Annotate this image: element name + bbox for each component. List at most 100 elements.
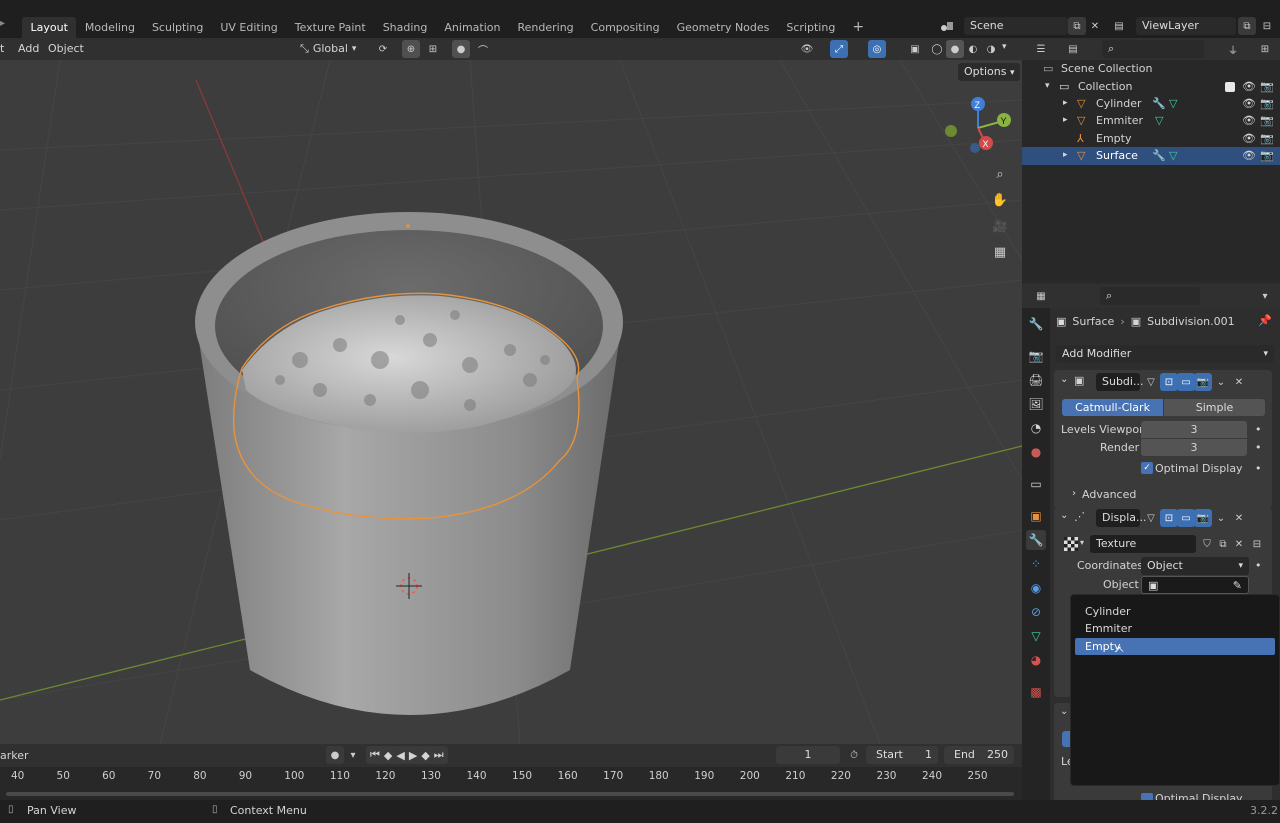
next-keyframe-icon[interactable]: ◆ [421, 749, 429, 762]
expand-arrow-icon[interactable]: ▾ [1045, 78, 1050, 96]
preview-range-clock-icon[interactable]: ⏱ [845, 746, 863, 764]
chevron-down-icon[interactable]: ▾ [1080, 538, 1084, 547]
snap-icon[interactable]: ⊕ [402, 40, 420, 58]
editmode-toggle-icon[interactable]: ▽ [1142, 373, 1160, 391]
texture-tab-icon[interactable]: ▩ [1026, 682, 1046, 702]
collection-tab-icon[interactable]: ▭ [1026, 474, 1046, 494]
outliner-row-cylinder[interactable]: ▸ ▽ Cylinder 🔧 ▽ 👁 📷 [1022, 95, 1280, 113]
camera-icon[interactable]: 🎥 [991, 217, 1009, 235]
optimal-display-checkbox[interactable] [1141, 793, 1153, 800]
pan-hand-icon[interactable]: ✋ [991, 191, 1009, 209]
scene-name-field[interactable]: Scene [964, 17, 1068, 35]
modifier-wrench-icon[interactable]: 🔧 [1152, 147, 1166, 165]
pivot-point-icon[interactable]: ⟳ [374, 40, 392, 58]
blender-menu-edge[interactable]: ▸ [0, 18, 6, 36]
chevron-down-icon[interactable]: ▾ [1256, 287, 1274, 305]
transform-orientation-dropdown[interactable]: ⤡ Global ▾ [300, 40, 356, 58]
expand-arrow-icon[interactable]: ▸ [1063, 147, 1068, 165]
world-tab-icon[interactable]: ● [1026, 442, 1046, 462]
simple-button[interactable]: Simple [1164, 399, 1265, 416]
material-tab-icon[interactable]: ◕ [1026, 650, 1046, 670]
keyframe-dot-icon[interactable]: • [1255, 559, 1262, 572]
end-frame-field[interactable]: End 250 [944, 746, 1014, 764]
display-mode-icon[interactable]: ▤ [1064, 40, 1082, 58]
cage-toggle-icon[interactable]: ⊡ [1160, 373, 1178, 391]
rendered-shading-icon[interactable]: ◑ [982, 40, 1000, 58]
physics-tab-icon[interactable]: ◉ [1026, 578, 1046, 598]
menu-object[interactable]: Object [48, 38, 84, 60]
xray-icon[interactable]: ▣ [906, 40, 924, 58]
visibility-icon[interactable]: 👁 [798, 40, 816, 58]
wireframe-shading-icon[interactable]: ◯ [928, 40, 946, 58]
coordinates-dropdown[interactable]: Object ▾ [1141, 557, 1249, 575]
eye-icon[interactable]: 👁 [1242, 95, 1256, 113]
navigation-gizmo[interactable]: Z Y X [940, 90, 1020, 160]
render-camera-icon[interactable]: 📷 [1260, 78, 1274, 96]
tab-texture-paint[interactable]: Texture Paint [286, 17, 374, 38]
texture-name-field[interactable]: Texture [1090, 535, 1196, 553]
texture-properties-icon[interactable]: ⊟ [1248, 535, 1266, 553]
menu-select[interactable]: t [0, 38, 4, 60]
tab-shading[interactable]: Shading [374, 17, 436, 38]
perspective-grid-icon[interactable]: ▦ [991, 243, 1009, 261]
keyframe-type-icon[interactable]: ● [326, 746, 344, 764]
tab-sculpting[interactable]: Sculpting [143, 17, 211, 38]
falloff-icon[interactable]: ⌒ [474, 40, 492, 58]
keyframe-dot-icon[interactable]: • [1255, 423, 1262, 436]
render-tab-icon[interactable]: 📷 [1026, 346, 1046, 366]
remove-modifier-icon[interactable]: ✕ [1230, 509, 1248, 527]
catmull-clark-button[interactable]: Catmull-Clark [1062, 399, 1163, 416]
advanced-subpanel[interactable]: › Advanced [1072, 488, 1136, 501]
output-tab-icon[interactable]: 🖨 [1026, 370, 1046, 390]
texture-checker-icon[interactable] [1064, 537, 1078, 551]
remove-modifier-icon[interactable]: ✕ [1230, 373, 1248, 391]
start-frame-field[interactable]: Start 1 [866, 746, 938, 764]
eye-icon[interactable]: 👁 [1242, 130, 1256, 148]
tab-uv-editing[interactable]: UV Editing [212, 17, 286, 38]
outliner-row-empty[interactable]: ⅄ Empty 👁 📷 [1022, 130, 1280, 148]
render-camera-icon[interactable]: 📷 [1260, 147, 1274, 165]
collapse-arrow-icon[interactable]: ⌄ [1060, 510, 1068, 521]
keyframe-dot-icon[interactable]: • [1255, 441, 1262, 454]
options-dropdown[interactable]: Options ▾ [958, 63, 1021, 81]
marker-menu[interactable]: arker [0, 749, 29, 762]
tab-compositing[interactable]: Compositing [582, 17, 668, 38]
chevron-down-icon[interactable]: ⌄ [1212, 373, 1230, 391]
modifier-tab-icon[interactable]: 🔧 [1026, 530, 1046, 550]
tab-layout[interactable]: Layout [22, 17, 77, 38]
eye-icon[interactable]: 👁 [1242, 147, 1256, 165]
eyedropper-icon[interactable]: ✎ [1233, 577, 1242, 595]
render-toggle-icon[interactable]: 📷 [1194, 509, 1212, 527]
play-icon[interactable]: ▶ [409, 749, 417, 762]
play-reverse-icon[interactable]: ◀ [396, 749, 404, 762]
mesh-data-icon[interactable]: ▽ [1169, 95, 1177, 113]
material-shading-icon[interactable]: ◐ [964, 40, 982, 58]
tab-scripting[interactable]: Scripting [778, 17, 844, 38]
new-view-layer-icon[interactable]: ⧉ [1238, 17, 1256, 35]
mesh-data-icon[interactable]: ▽ [1169, 147, 1177, 165]
new-scene-icon[interactable]: ⧉ [1068, 17, 1086, 35]
scene-tab-icon[interactable]: ◔ [1026, 418, 1046, 438]
outliner-row-surface[interactable]: ▸ ▽ Surface 🔧 ▽ 👁 📷 [1022, 147, 1280, 165]
outliner-row-collection[interactable]: ▾ ▭ Collection 👁 📷 [1022, 78, 1280, 96]
add-modifier-dropdown[interactable]: Add Modifier ▾ [1056, 345, 1274, 363]
viewport-toggle-icon[interactable]: ▭ [1177, 373, 1195, 391]
solid-shading-icon[interactable]: ● [946, 40, 964, 58]
render-camera-icon[interactable]: 📷 [1260, 112, 1274, 130]
outliner-row-scene-collection[interactable]: ▭ Scene Collection [1022, 60, 1280, 78]
zoom-icon[interactable]: ⌕ [991, 165, 1009, 183]
data-tab-icon[interactable]: ▽ [1026, 626, 1046, 646]
properties-search[interactable]: ⌕ [1100, 287, 1200, 305]
menu-add[interactable]: Add [18, 38, 39, 60]
object-picker-field[interactable]: ▣ ✎ [1141, 576, 1249, 594]
mesh-data-icon[interactable]: ▽ [1155, 112, 1163, 130]
expand-arrow-icon[interactable]: ▸ [1063, 95, 1068, 113]
proportional-edit-icon[interactable]: ● [452, 40, 470, 58]
outliner-search[interactable]: ⌕ [1102, 40, 1204, 58]
tool-tab-icon[interactable]: 🔧 [1026, 314, 1046, 334]
editor-type-icon[interactable]: ☰ [1032, 40, 1050, 58]
3d-viewport[interactable]: Z Y X ⌕ ✋ 🎥 ▦ Options ▾ [0, 60, 1022, 744]
unlink-texture-icon[interactable]: ✕ [1230, 535, 1248, 553]
chevron-down-icon[interactable]: ▾ [1002, 42, 1007, 52]
subdivision-name-field[interactable]: Subdi... [1096, 373, 1143, 391]
